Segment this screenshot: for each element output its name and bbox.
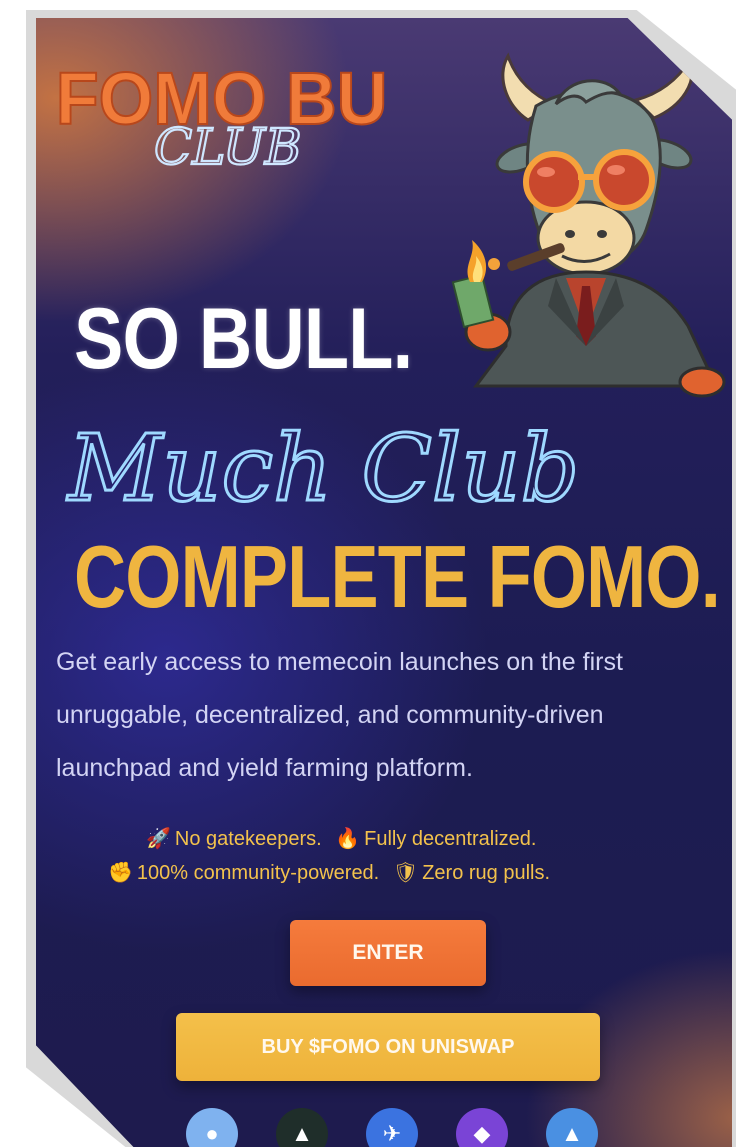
feature-item: 🚀 No gatekeepers. 🔥 Fully decentralized.: [146, 826, 536, 851]
feature-text: No gatekeepers.: [174, 828, 322, 850]
headline-much-club-neon: Much Club: [65, 414, 581, 524]
buy-fomo-uniswap-button[interactable]: BUY $FOMO ON UNISWAP: [176, 1013, 600, 1081]
enter-button[interactable]: ENTER: [290, 920, 486, 986]
social-icon-1[interactable]: ●: [186, 1108, 238, 1147]
flame-icon: 🔥: [335, 828, 361, 850]
fomo-bull-club-logo[interactable]: FOMO BULL CLUB: [50, 46, 390, 176]
social-icon-3[interactable]: ✈: [366, 1108, 418, 1147]
fist-icon: ✊: [108, 862, 133, 884]
social-icon-5[interactable]: ▲: [546, 1108, 598, 1147]
hero-description: Get early access to memecoin launches on…: [56, 648, 623, 782]
social-icon-2[interactable]: ▲: [276, 1108, 328, 1147]
feature-list: 🚀 No gatekeepers. 🔥 Fully decentralized. ✊…: [106, 826, 686, 906]
shield-icon: 🛡: [392, 862, 419, 884]
logo-club-text: CLUB: [154, 118, 302, 176]
headline-script-text: Much Club: [66, 415, 579, 522]
feature-text: 100% community-powered.: [136, 862, 380, 884]
bull-mascot-illustration: [451, 52, 726, 398]
social-links: ● ▲ ✈ ◆ ▲: [176, 1100, 656, 1147]
social-icon-4[interactable]: ◆: [456, 1108, 508, 1147]
feature-text: Fully decentralized.: [364, 828, 537, 850]
headline-so-bull: SO BULL.: [74, 291, 413, 387]
rocket-icon: 🚀: [146, 828, 171, 850]
hero-card: FOMO BULL CLUB: [36, 18, 732, 1147]
feature-item: ✊ 100% community-powered. 🛡 Zero rug pulls…: [108, 860, 550, 885]
headline-complete-fomo: COMPLETE FOMO.: [74, 527, 721, 626]
feature-text: Zero rug pulls.: [422, 862, 551, 884]
